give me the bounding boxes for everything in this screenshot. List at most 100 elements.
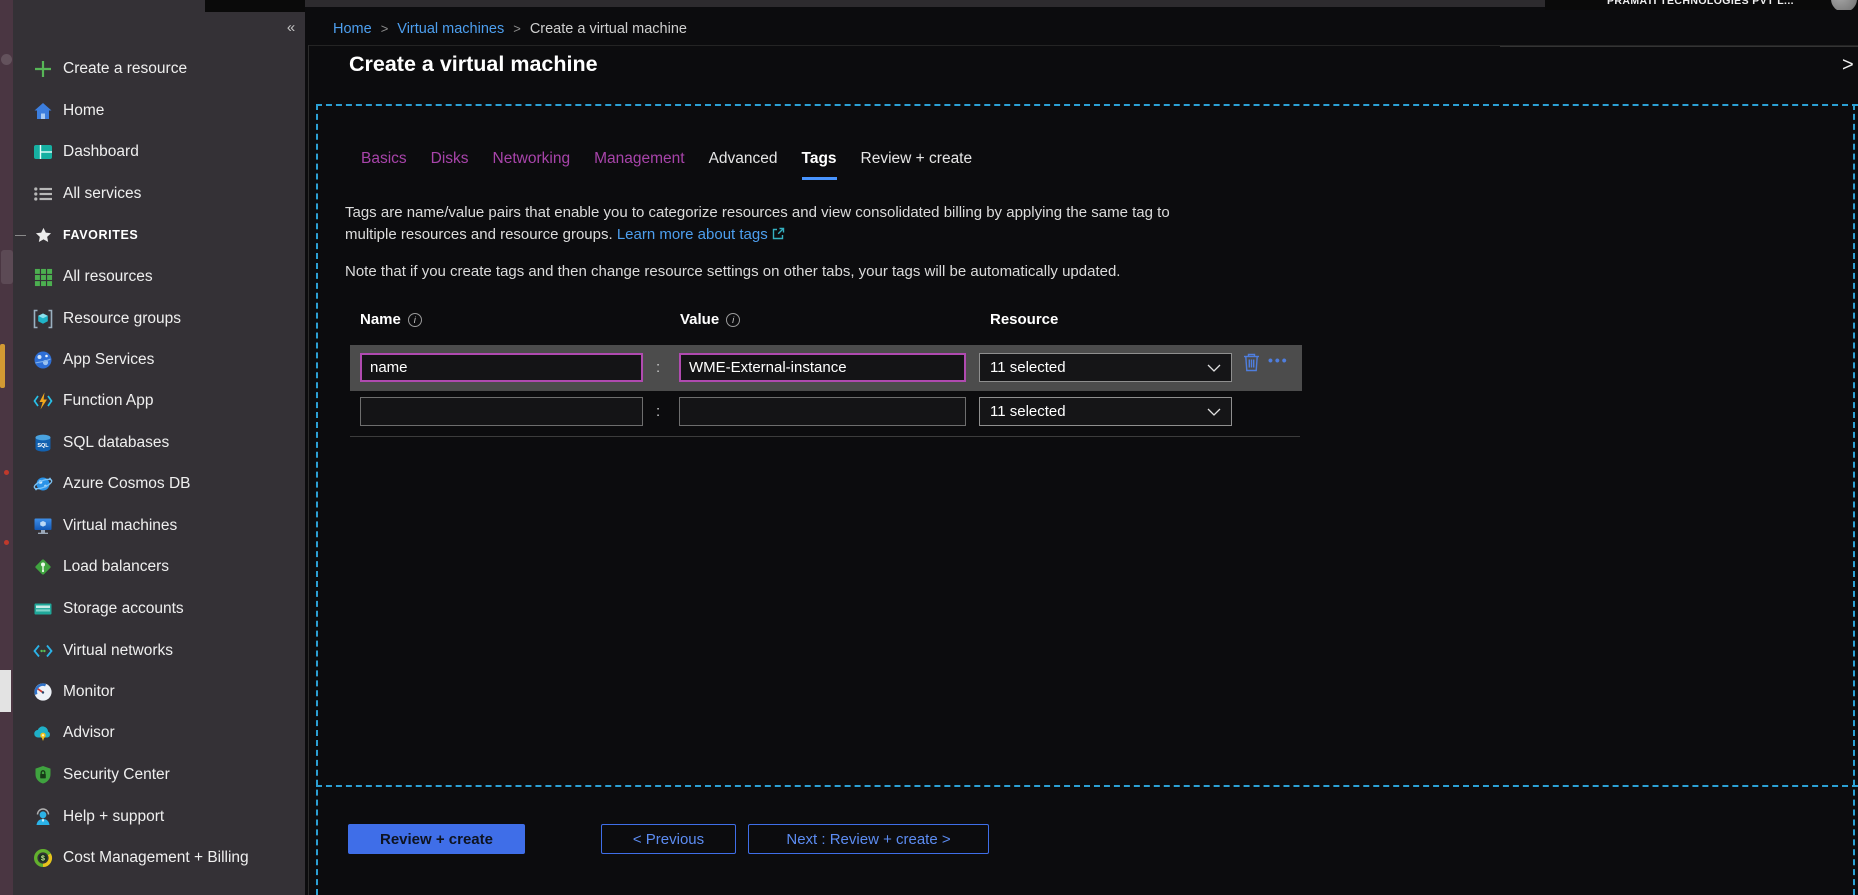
dock-app-icon [1,250,13,284]
planet-icon [32,473,54,495]
sidebar-item-cost-management-billing[interactable]: $ Cost Management + Billing [13,844,305,872]
sidebar-item-virtual-networks[interactable]: Virtual networks [13,637,305,665]
chevron-right-icon[interactable]: > [1842,54,1854,77]
tag-value-input-row1[interactable] [679,353,966,382]
vm-monitor-icon [32,515,54,537]
page-title: Create a virtual machine [349,52,598,77]
sidebar-item-app-services[interactable]: App Services [13,346,305,374]
database-icon: SQL [32,432,54,454]
svg-text:SQL: SQL [37,443,49,449]
storage-stack-icon [32,598,54,620]
shield-lock-icon [32,764,54,786]
avatar[interactable] [1831,0,1857,10]
tag-name-input-row2[interactable] [360,397,643,426]
breadcrumb: Home>Virtual machines>Create a virtual m… [333,21,687,37]
list-icon [32,183,54,205]
chevron-down-icon [1207,403,1221,420]
annotation-border-left [316,104,318,895]
tags-description: Tags are name/value pairs that enable yo… [345,202,1170,247]
delete-row-icon[interactable] [1243,352,1260,377]
colon-separator: : [656,403,660,420]
learn-more-link[interactable]: Learn more about tags [617,226,768,243]
resource-dropdown-row1[interactable]: 11 selected [979,353,1232,382]
sidebar-collapse-button[interactable]: « [281,18,301,38]
tab-advanced[interactable]: Advanced [709,150,778,180]
previous-button[interactable]: < Previous [601,824,736,854]
sidebar-item-function-app[interactable]: Function App [13,387,305,415]
tab-networking[interactable]: Networking [493,150,571,180]
info-icon[interactable]: i [408,313,422,327]
cloud-advisor-icon [32,722,54,744]
tags-description-line2: multiple resources and resource groups. [345,226,613,243]
colon-separator: : [656,359,660,376]
sidebar-item-storage-accounts[interactable]: Storage accounts [13,595,305,623]
dashboard-icon [32,141,54,163]
sidebar-item-dashboard[interactable]: Dashboard [13,138,305,166]
person-headset-icon [32,806,54,828]
tags-description-line1: Tags are name/value pairs that enable yo… [345,204,1170,221]
review-create-button[interactable]: Review + create [348,824,525,854]
tag-name-input-row1[interactable] [360,353,643,382]
breadcrumb-home-link[interactable]: Home [333,21,372,37]
divider [15,235,26,236]
resource-dropdown-row2[interactable]: 11 selected [979,397,1232,426]
sidebar-item-azure-cosmos-db[interactable]: Azure Cosmos DB [13,470,305,498]
gauge-icon [32,681,54,703]
sidebar-item-all-resources[interactable]: All resources [13,263,305,291]
grid-icon [32,266,54,288]
network-brackets-icon [32,640,54,662]
dock-app-icon [0,670,11,712]
tag-value-input-row2[interactable] [679,397,966,426]
tab-disks[interactable]: Disks [431,150,469,180]
sidebar-item-help-support[interactable]: Help + support [13,803,305,831]
cube-brackets-icon [32,308,54,330]
info-icon[interactable]: i [726,313,740,327]
divider [1500,46,1858,47]
browser-chrome-strip [305,0,1545,7]
divider [308,45,1858,46]
sidebar-item-virtual-machines[interactable]: Virtual machines [13,512,305,540]
annotation-border-bottom [316,785,1858,787]
external-link-icon [772,227,785,244]
annotation-border-right [1853,104,1855,895]
sidebar-section-favorites: FAVORITES [13,221,305,249]
tab-basics[interactable]: Basics [361,150,407,180]
cost-donut-icon: $ [32,847,54,869]
breadcrumb-current: Create a virtual machine [530,21,687,37]
tab-tags[interactable]: Tags [802,150,837,180]
sidebar-item-all-services[interactable]: All services [13,180,305,208]
dock-active-marker [0,344,5,388]
next-button[interactable]: Next : Review + create > [748,824,989,854]
breadcrumb-virtual-machines-link[interactable]: Virtual machines [397,21,504,37]
tab-management[interactable]: Management [594,150,684,180]
more-options-icon[interactable]: ••• [1268,352,1289,368]
home-icon [32,100,54,122]
star-icon [32,224,54,246]
sidebar-item-resource-groups[interactable]: Resource groups [13,305,305,333]
dock-notification-dot [4,470,9,475]
sidebar-item-monitor[interactable]: Monitor [13,678,305,706]
sidebar-item-sql-databases[interactable]: SQL SQL databases [13,429,305,457]
sidebar-item-home[interactable]: Home [13,97,305,125]
tab-review-create[interactable]: Review + create [861,150,973,180]
sidebar-item-advisor[interactable]: Advisor [13,719,305,747]
chevron-right-icon: > [381,21,389,36]
plus-icon [32,58,54,80]
divider [308,45,309,895]
sidebar-item-security-center[interactable]: Security Center [13,761,305,789]
column-header-name: Namei [360,311,422,328]
sidebar-item-create-a-resource[interactable]: Create a resource [13,55,305,83]
wizard-tabs: Basics Disks Networking Management Advan… [361,150,972,180]
sidebar-item-load-balancers[interactable]: Load balancers [13,553,305,581]
chevron-down-icon [1207,359,1221,376]
lightning-icon [32,390,54,412]
annotation-border-top [316,104,1858,106]
tags-note: Note that if you create tags and then ch… [345,263,1120,280]
browser-chrome-notch [205,0,305,12]
diamond-icon [32,556,54,578]
divider [350,436,1300,437]
account-bar: PRAMATI TECHNOLOGIES PVT L... [1545,0,1858,10]
svg-text:$: $ [41,856,45,863]
os-dock-strip [0,0,13,895]
tenant-name: PRAMATI TECHNOLOGIES PVT L... [1607,0,1794,7]
